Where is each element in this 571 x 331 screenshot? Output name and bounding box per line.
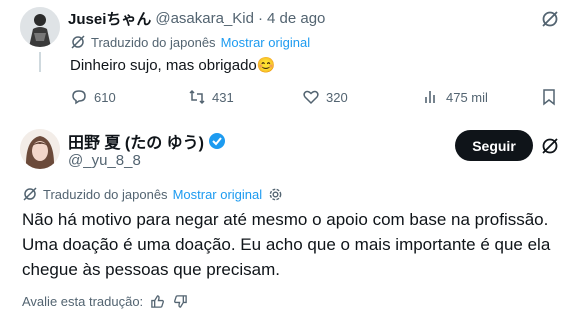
reply-author-name[interactable]: Juseiちゃん [68, 8, 151, 29]
analytics-icon [422, 88, 440, 106]
main-show-original-link[interactable]: Mostrar original [173, 187, 263, 202]
main-translate-icon [22, 186, 38, 202]
repost-button[interactable]: 431 [188, 88, 234, 106]
repost-count: 431 [212, 89, 234, 105]
comment-icon [70, 88, 88, 106]
main-post-text: Não há motivo para negar até mesmo o apo… [22, 207, 550, 282]
reply-avatar[interactable] [20, 7, 60, 47]
rate-translation-label: Avalie esta tradução: [22, 294, 144, 309]
main-author-name[interactable]: 田野 夏 (たの ゆう) [68, 129, 204, 153]
main-text-line-2: Uma doação é uma doação. Eu acho que o m… [22, 235, 551, 254]
reply-show-original-link[interactable]: Mostrar original [221, 35, 311, 50]
verified-badge-icon [208, 132, 226, 150]
rate-translation-bar: Avalie esta tradução: [22, 294, 188, 309]
heart-icon [302, 88, 320, 106]
reply-grok-icon[interactable] [540, 9, 560, 29]
reply-timestamp[interactable]: 4 de ago [267, 10, 325, 27]
bookmark-button[interactable] [540, 88, 558, 106]
views-button[interactable]: 475 mil [422, 88, 488, 106]
thumbs-up-icon[interactable] [150, 294, 165, 309]
follow-button[interactable]: Seguir [455, 130, 533, 161]
main-post-avatar[interactable] [20, 129, 60, 169]
reply-author-handle[interactable]: @asakara_Kid [155, 10, 254, 27]
main-author-handle[interactable]: @_yu_8_8 [68, 152, 141, 169]
like-count: 320 [326, 89, 348, 105]
reply-translated-label: Traduzido do japonês [91, 34, 216, 50]
thread-connector [39, 52, 41, 72]
reply-translate-icon [70, 34, 86, 50]
reply-text-block: Dinheiro sujo, mas obrigado😊 [70, 56, 275, 74]
main-grok-icon[interactable] [540, 136, 560, 156]
like-button[interactable]: 320 [302, 88, 348, 106]
reply-separator: · [257, 10, 263, 27]
views-count: 475 mil [446, 89, 488, 105]
reply-count: 610 [94, 89, 116, 105]
reply-header: Juseiちゃん @asakara_Kid · 4 de ago [68, 8, 325, 29]
main-author-row: 田野 夏 (たの ゆう) [68, 129, 226, 153]
reply-count-button[interactable]: 610 [70, 88, 116, 106]
reply-text: Dinheiro sujo, mas obrigado [70, 57, 257, 74]
main-text-line-1: Não há motivo para negar até mesmo o apo… [22, 210, 549, 229]
settings-gear-icon[interactable] [268, 187, 283, 202]
thumbs-down-icon[interactable] [173, 294, 188, 309]
main-text-line-3: chegue às pessoas que precisam. [22, 260, 280, 279]
main-translation-bar: Traduzido do japonês Mostrar original [22, 186, 283, 202]
repost-icon [188, 88, 206, 106]
smile-emoji-icon: 😊 [256, 57, 276, 74]
bookmark-icon [540, 88, 558, 106]
reply-translation-bar: Traduzido do japonês Mostrar original [70, 34, 310, 50]
main-translated-label: Traduzido do japonês [43, 186, 168, 202]
